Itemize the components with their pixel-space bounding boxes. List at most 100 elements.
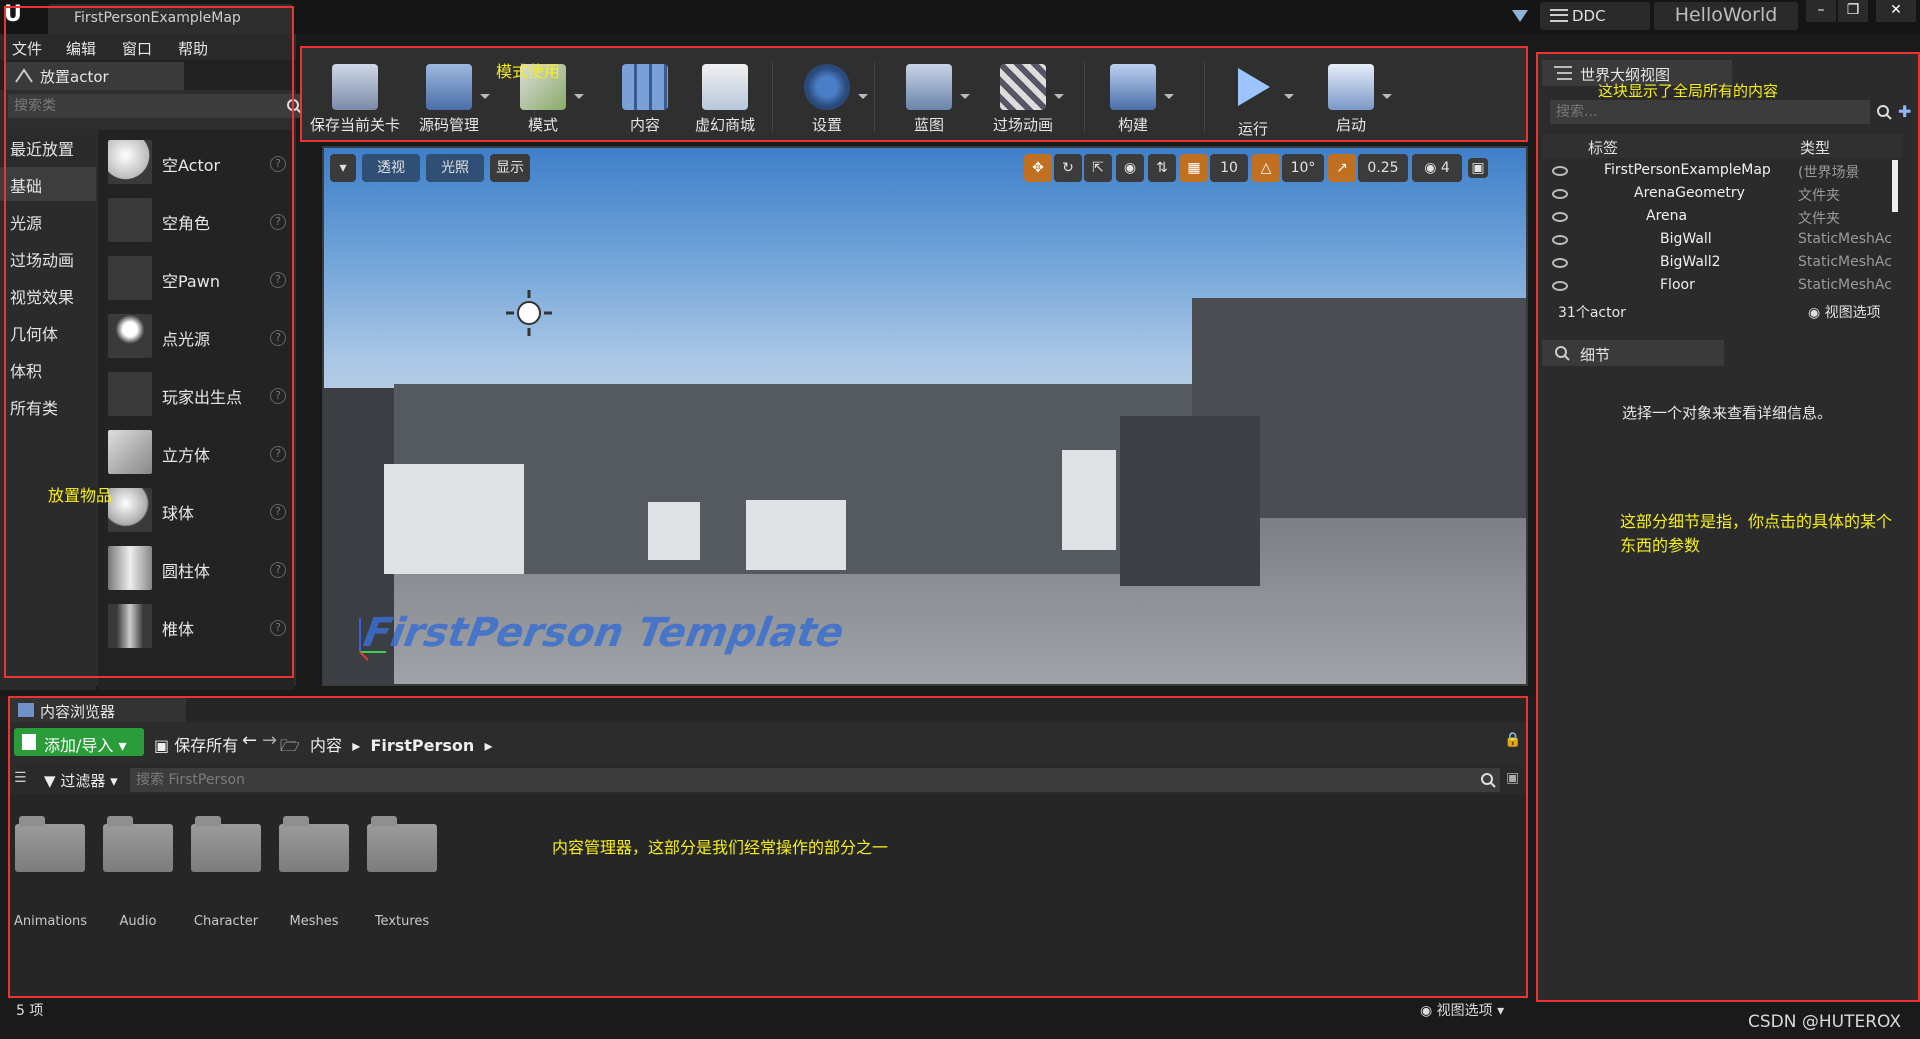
actor-search-input[interactable] <box>8 94 288 118</box>
table-row[interactable]: BigWall StaticMeshAc <box>1542 229 1902 252</box>
help-icon[interactable]: ? <box>270 504 286 520</box>
ddc-button[interactable]: DDC <box>1540 2 1650 30</box>
table-row[interactable]: Arena 文件夹 <box>1542 206 1902 229</box>
list-item[interactable]: 空Pawn? <box>98 252 294 308</box>
minimize-button[interactable]: – <box>1806 0 1836 22</box>
menu-file[interactable]: 文件 <box>12 38 42 59</box>
world-space-icon[interactable]: ◉ <box>1116 154 1144 182</box>
translate-tool-icon[interactable]: ✥ <box>1024 154 1052 182</box>
help-icon[interactable]: ? <box>270 620 286 636</box>
category-recent[interactable]: 最近放置 <box>0 130 96 164</box>
visibility-eye-icon[interactable] <box>1552 235 1568 245</box>
grid-snap-icon[interactable]: ▦ <box>1180 154 1208 182</box>
blueprints-button[interactable]: 蓝图 <box>884 60 974 144</box>
category-volumes[interactable]: 体积 <box>0 352 96 386</box>
table-row[interactable]: ArenaGeometry 文件夹 <box>1542 183 1902 206</box>
maximize-viewport-icon[interactable]: ▣ <box>1468 158 1488 178</box>
level-tab[interactable]: FirstPersonExampleMap <box>48 4 293 34</box>
list-item[interactable]: 空Actor? <box>98 136 294 192</box>
forward-arrow-icon[interactable]: → <box>262 730 277 751</box>
visibility-eye-icon[interactable] <box>1552 258 1568 268</box>
grid-snap-value[interactable]: 10 <box>1210 154 1248 182</box>
folder-textures[interactable]: Textures <box>366 816 438 929</box>
scale-snap-value[interactable]: 0.25 <box>1358 154 1408 182</box>
list-item[interactable]: 玩家出生点? <box>98 368 294 424</box>
rotation-snap-value[interactable]: 10° <box>1282 154 1324 182</box>
folder-animations[interactable]: Animations <box>14 816 87 929</box>
save-level-button[interactable]: 保存当前关卡 <box>310 60 400 144</box>
outliner-scrollbar[interactable] <box>1892 160 1898 212</box>
list-item[interactable]: 空角色? <box>98 194 294 250</box>
list-item[interactable]: 球体? <box>98 484 294 540</box>
launch-button[interactable]: 启动 <box>1306 60 1396 144</box>
col-label-header[interactable]: 标签 <box>1588 137 1618 158</box>
content-search-input[interactable] <box>130 768 1470 792</box>
folder-audio[interactable]: Audio <box>102 816 174 929</box>
save-all-button[interactable]: ▣ 保存所有 <box>154 732 238 756</box>
help-icon[interactable]: ? <box>270 272 286 288</box>
lit-button[interactable]: 光照 <box>426 154 484 182</box>
add-import-button[interactable]: 添加/导入 ▾ <box>14 728 144 756</box>
table-row[interactable]: Floor StaticMeshAc <box>1542 275 1902 298</box>
content-browser-tab[interactable]: 内容浏览器 <box>10 698 186 722</box>
camera-speed-button[interactable]: ◉ 4 <box>1412 154 1462 182</box>
scale-tool-icon[interactable]: ⇱ <box>1084 154 1112 182</box>
list-item[interactable]: 圆柱体? <box>98 542 294 598</box>
menu-help[interactable]: 帮助 <box>178 38 208 59</box>
close-button[interactable]: ✕ <box>1876 0 1916 22</box>
play-button[interactable]: 运行 <box>1208 60 1298 144</box>
details-tab[interactable]: 细节 <box>1542 340 1724 366</box>
content-button[interactable]: 内容 <box>600 60 690 144</box>
category-visual-effects[interactable]: 视觉效果 <box>0 278 96 312</box>
help-icon[interactable]: ? <box>270 446 286 462</box>
folder-character[interactable]: Character <box>190 816 262 929</box>
sources-toggle-icon[interactable]: ☰ <box>14 770 27 786</box>
visibility-eye-icon[interactable] <box>1552 281 1568 291</box>
outliner-search-input[interactable] <box>1550 100 1850 124</box>
rotation-snap-icon[interactable]: △ <box>1252 154 1280 182</box>
lock-icon[interactable]: 🔒 <box>1504 732 1521 748</box>
maximize-button[interactable]: ❐ <box>1838 0 1868 22</box>
list-item[interactable]: 立方体? <box>98 426 294 482</box>
settings-button[interactable]: 设置 <box>782 60 872 144</box>
viewport-menu-button[interactable]: ▾ <box>330 154 356 182</box>
help-icon[interactable]: ? <box>270 156 286 172</box>
breadcrumb-root[interactable]: 内容 <box>310 736 342 755</box>
search-icon[interactable] <box>1480 772 1496 788</box>
menu-window[interactable]: 窗口 <box>122 38 152 59</box>
build-button[interactable]: 构建 <box>1088 60 1178 144</box>
scale-snap-icon[interactable]: ↗ <box>1328 154 1356 182</box>
surface-snap-icon[interactable]: ⇅ <box>1148 154 1176 182</box>
category-lights[interactable]: 光源 <box>0 204 96 238</box>
outliner-view-options[interactable]: ◉ 视图选项 <box>1808 302 1881 322</box>
back-arrow-icon[interactable]: ← <box>242 730 257 751</box>
folder-meshes[interactable]: Meshes <box>278 816 350 929</box>
visibility-eye-icon[interactable] <box>1552 212 1568 222</box>
filter-button[interactable]: ▼ 过滤器 ▾ <box>44 770 118 791</box>
content-view-options[interactable]: ◉ 视图选项 ▾ <box>1420 1000 1504 1020</box>
list-item[interactable]: 点光源? <box>98 310 294 366</box>
list-item[interactable]: 椎体? <box>98 600 294 656</box>
help-icon[interactable]: ? <box>270 562 286 578</box>
save-search-icon[interactable]: ▣ <box>1506 770 1519 786</box>
table-row[interactable]: BigWall2 StaticMeshAc <box>1542 252 1902 275</box>
col-type-header[interactable]: 类型 <box>1800 137 1830 158</box>
help-icon[interactable]: ? <box>270 214 286 230</box>
rotate-tool-icon[interactable]: ↻ <box>1054 154 1082 182</box>
menu-edit[interactable]: 编辑 <box>66 38 96 59</box>
add-filter-icon[interactable]: ✚ <box>1898 102 1911 121</box>
level-viewport[interactable]: FirstPerson Template ▾ 透视 光照 显示 ✥ ↻ ⇱ ◉ … <box>322 146 1528 686</box>
category-all-classes[interactable]: 所有类 <box>0 389 96 423</box>
show-button[interactable]: 显示 <box>490 154 530 182</box>
visibility-eye-icon[interactable] <box>1552 166 1568 176</box>
breadcrumb-current[interactable]: FirstPerson <box>370 736 474 755</box>
notification-icon[interactable] <box>1510 8 1530 24</box>
category-cinematic[interactable]: 过场动画 <box>0 241 96 275</box>
place-actor-tab[interactable]: 放置actor <box>4 62 184 90</box>
cinematics-button[interactable]: 过场动画 <box>978 60 1068 144</box>
source-control-button[interactable]: 源码管理 <box>404 60 494 144</box>
search-icon[interactable] <box>1876 104 1892 120</box>
category-geometry[interactable]: 几何体 <box>0 315 96 349</box>
marketplace-button[interactable]: 虚幻商城 <box>680 60 770 144</box>
help-icon[interactable]: ? <box>270 388 286 404</box>
